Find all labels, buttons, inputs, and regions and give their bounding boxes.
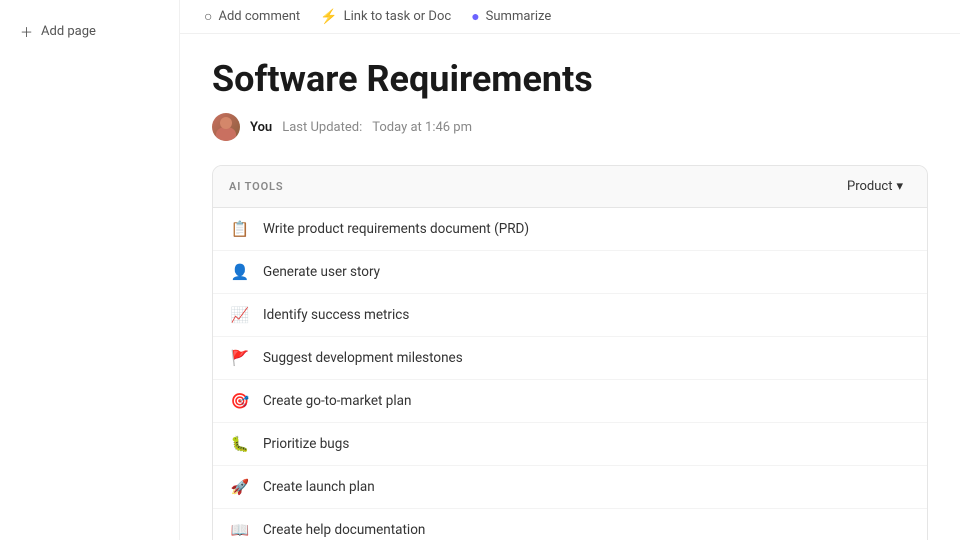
link-to-task-button[interactable]: ⚡ Link to task or Doc [320, 9, 451, 25]
add-page-button[interactable]: ＋ Add page [12, 16, 167, 47]
tool-icon: 🚩 [229, 347, 251, 369]
ai-tools-section-label: AI TOOLS [229, 180, 283, 193]
tool-icon: 📈 [229, 304, 251, 326]
tool-icon: 👤 [229, 261, 251, 283]
tool-icon: 🚀 [229, 476, 251, 498]
product-dropdown-label: Product [847, 179, 892, 194]
tool-label: Prioritize bugs [263, 436, 349, 452]
tool-label: Create go-to-market plan [263, 393, 411, 409]
summarize-label: Summarize [486, 9, 552, 24]
summarize-button[interactable]: ● Summarize [471, 8, 551, 25]
toolbar: ○ Add comment ⚡ Link to task or Doc ● Su… [180, 0, 960, 34]
tool-label: Identify success metrics [263, 307, 409, 323]
link-to-task-label: Link to task or Doc [344, 9, 452, 24]
author-name: You [250, 120, 272, 135]
last-updated-time: Today at 1:46 pm [372, 120, 472, 135]
tool-label: Create launch plan [263, 479, 375, 495]
avatar [212, 113, 240, 141]
ai-tools-panel: AI TOOLS Product ▾ 📋 Write product requir… [212, 165, 928, 540]
page-content: Software Requirements You Last Updated: … [180, 34, 960, 540]
tool-icon: 🎯 [229, 390, 251, 412]
add-page-label: Add page [41, 24, 96, 39]
page-meta: You Last Updated: Today at 1:46 pm [212, 113, 928, 141]
tool-label: Generate user story [263, 264, 380, 280]
chevron-down-icon: ▾ [896, 179, 903, 194]
add-comment-label: Add comment [218, 9, 300, 24]
ai-tool-item[interactable]: 🎯 Create go-to-market plan [213, 380, 927, 423]
last-updated-prefix: Last Updated: [282, 120, 362, 135]
add-comment-button[interactable]: ○ Add comment [204, 8, 300, 25]
ai-tool-item[interactable]: 📈 Identify success metrics [213, 294, 927, 337]
ai-tool-item[interactable]: 🚩 Suggest development milestones [213, 337, 927, 380]
sidebar: ＋ Add page [0, 0, 180, 540]
link-icon: ⚡ [320, 9, 337, 25]
summarize-icon: ● [471, 8, 479, 25]
ai-tool-item[interactable]: 🚀 Create launch plan [213, 466, 927, 509]
tool-icon: 🐛 [229, 433, 251, 455]
ai-tools-header: AI TOOLS Product ▾ [213, 166, 927, 208]
ai-tool-item[interactable]: 👤 Generate user story [213, 251, 927, 294]
ai-tool-item[interactable]: 📋 Write product requirements document (PR… [213, 208, 927, 251]
ai-tool-item[interactable]: 📖 Create help documentation [213, 509, 927, 540]
tool-label: Create help documentation [263, 522, 425, 538]
ai-tool-item[interactable]: 🐛 Prioritize bugs [213, 423, 927, 466]
tool-icon: 📖 [229, 519, 251, 540]
tool-label: Write product requirements document (PRD… [263, 221, 529, 237]
tool-icon: 📋 [229, 218, 251, 240]
ai-tools-list: 📋 Write product requirements document (PR… [213, 208, 927, 540]
tool-label: Suggest development milestones [263, 350, 463, 366]
comment-icon: ○ [204, 8, 212, 25]
page-title: Software Requirements [212, 58, 928, 101]
product-dropdown[interactable]: Product ▾ [839, 176, 911, 197]
add-page-icon: ＋ [20, 22, 33, 41]
main-content: ○ Add comment ⚡ Link to task or Doc ● Su… [180, 0, 960, 540]
